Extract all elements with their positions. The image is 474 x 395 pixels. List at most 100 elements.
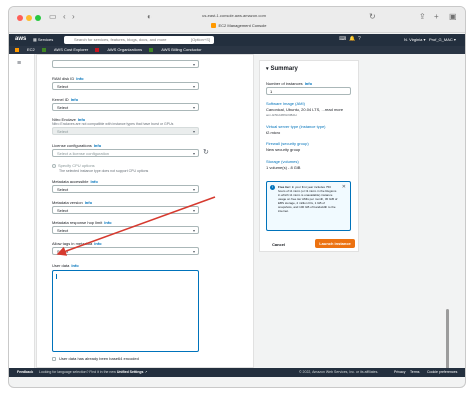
terms-link[interactable]: Terms <box>410 368 420 377</box>
nitro-enclave-select: Select ▾ <box>52 127 199 135</box>
info-link[interactable]: Info <box>76 76 83 81</box>
language-notice: Looking for language selection? Find it … <box>39 370 148 374</box>
chevron-down-icon: ▾ <box>192 129 195 134</box>
info-link[interactable]: Info <box>94 241 101 246</box>
sidebar-toggle-icon[interactable]: ▭ <box>49 12 57 22</box>
notifications-icon[interactable]: 🔔 <box>349 36 355 42</box>
specify-cpu-options-checkbox: Specify CPU options <box>52 163 95 168</box>
zoom-window-icon[interactable] <box>35 15 41 21</box>
back-icon[interactable]: ‹ <box>63 12 66 22</box>
chevron-down-icon: ▾ <box>192 84 195 89</box>
info-link[interactable]: Info <box>305 81 312 86</box>
page-scrollbar[interactable] <box>446 57 450 369</box>
user-data-textarea[interactable] <box>52 270 199 352</box>
nav-icons: ⌨ 🔔 ? <box>339 36 361 42</box>
region-selector[interactable]: N. Virginia ▾ <box>404 37 426 42</box>
info-link[interactable]: Info <box>71 263 78 268</box>
summary-heading[interactable]: ▾ Summary <box>266 66 298 72</box>
base64-encoded-checkbox[interactable]: User data has already been base64 encode… <box>52 356 139 361</box>
services-menu[interactable]: ▦ Services <box>33 37 53 42</box>
num-instances-input[interactable]: 1 <box>266 87 351 95</box>
ami-id: ami-0c5b2df6f0c9f8d1c <box>266 113 298 117</box>
info-link[interactable]: Info <box>94 143 101 148</box>
free-tier-alert: i Free tier: In your first year includes… <box>266 181 351 231</box>
favorite-ec2[interactable]: EC2 <box>15 47 35 52</box>
chevron-down-icon: ▾ <box>192 208 195 213</box>
reload-icon[interactable]: ↻ <box>369 12 376 22</box>
address-bar[interactable]: us-east-1.console.aws.amazon.com <box>159 11 309 20</box>
feedback-link[interactable]: Feedback <box>17 368 33 377</box>
unified-settings-link[interactable]: Unified Settings <box>117 370 144 374</box>
cloudshell-icon[interactable]: ⌨ <box>339 36 346 42</box>
help-icon[interactable]: ? <box>358 36 361 42</box>
search-input[interactable]: Search for services, features, blogs, do… <box>64 36 214 44</box>
forward-icon[interactable]: › <box>72 12 75 22</box>
close-icon[interactable]: ✕ <box>342 184 346 190</box>
external-link-icon: ↗ <box>144 370 148 374</box>
metadata-hop-limit-select[interactable]: Select ▾ <box>52 226 199 234</box>
active-tab[interactable]: EC2 Management Console <box>139 21 339 31</box>
privacy-link[interactable]: Privacy <box>394 368 405 377</box>
chevron-down-icon: ▾ <box>192 151 195 156</box>
allow-tags-label: Allow tags in metadata Info <box>52 241 102 246</box>
info-circle-icon: i <box>270 185 275 190</box>
new-tab-icon[interactable]: + <box>434 12 439 22</box>
license-configuration-select[interactable]: Select a license configuration ▾ <box>52 149 199 157</box>
firewall-link[interactable]: Firewall (security group) <box>266 141 309 146</box>
firewall-value: New security group <box>266 147 301 152</box>
ami-link[interactable]: Software Image (AMI) <box>266 101 305 106</box>
metadata-accessible-select[interactable]: Select ▾ <box>52 185 199 193</box>
scrollbar-thumb[interactable] <box>446 309 449 369</box>
kernel-id-select[interactable]: Select ▾ <box>52 103 199 111</box>
favorites-bar: EC2 AWS Cost Explorer AWS Organizations … <box>9 46 465 54</box>
metadata-version-label: Metadata version Info <box>52 200 93 205</box>
ram-disk-label: RAM disk ID Info <box>52 76 84 81</box>
cancel-button[interactable]: Cancel <box>272 242 285 247</box>
tab-overview-icon[interactable]: ▣ <box>449 12 457 22</box>
chevron-down-icon: ▾ <box>192 187 195 192</box>
instance-type-link[interactable]: Virtual server type (instance type) <box>266 124 326 129</box>
specify-cpu-help-text: The selected instance type does not supp… <box>59 169 149 173</box>
storage-link[interactable]: Storage (volumes) <box>266 159 299 164</box>
previous-select[interactable]: ▾ <box>52 60 199 68</box>
favorite-billing-conductor[interactable]: AWS Billing Conductor <box>149 47 202 52</box>
metadata-version-select[interactable]: Select ▾ <box>52 206 199 214</box>
free-tier-text: Free tier: In your first year includes 7… <box>278 185 338 213</box>
left-rail: ≡ <box>9 54 35 376</box>
summary-panel: ▾ Summary Number of instances Info 1 Softw… <box>259 60 359 252</box>
cookie-preferences-link[interactable]: Cookie preferences <box>427 368 457 377</box>
refresh-icon[interactable]: ↻ <box>203 148 209 156</box>
info-link[interactable]: Info <box>71 97 78 102</box>
info-link[interactable]: Info <box>104 220 111 225</box>
close-window-icon[interactable] <box>17 15 23 21</box>
chevron-down-icon: ▾ <box>192 249 195 254</box>
aws-favicon-icon <box>211 23 217 29</box>
minimize-window-icon[interactable] <box>26 15 32 21</box>
console-footer: Feedback Looking for language selection?… <box>9 368 465 377</box>
info-link[interactable]: Info <box>85 200 92 205</box>
launch-instance-button[interactable]: Launch instance <box>315 239 355 248</box>
metadata-hop-limit-label: Metadata response hop limit Info <box>52 220 112 225</box>
hamburger-menu-icon[interactable]: ≡ <box>17 60 21 67</box>
chevron-down-icon: ▾ <box>192 105 195 110</box>
aws-logo[interactable]: aws <box>15 36 26 42</box>
num-instances-label: Number of instances Info <box>266 81 313 86</box>
aws-top-nav: aws ▦ Services Search for services, feat… <box>9 34 465 46</box>
license-configurations-label: License configurations Info <box>52 143 102 148</box>
share-icon[interactable]: ⇪ <box>419 12 426 22</box>
advanced-details-form: ▾ RAM disk ID Info Select ▾ Kernel ID Info … <box>36 54 254 368</box>
instance-type-value: t2.micro <box>266 130 281 135</box>
account-menu[interactable]: Prof_G_MAC ▾ <box>429 37 456 42</box>
kernel-id-label: Kernel ID Info <box>52 97 79 102</box>
text-cursor <box>56 274 57 279</box>
ram-disk-select[interactable]: Select ▾ <box>52 82 199 90</box>
safari-toolbar: ▭ ‹ › ◐ us-east-1.console.aws.amazon.com… <box>9 7 465 33</box>
copyright-text: © 2022, Amazon Web Services, Inc. or its… <box>299 370 379 374</box>
favorite-cost-explorer[interactable]: AWS Cost Explorer <box>41 47 88 52</box>
allow-tags-select[interactable]: Select ▾ <box>52 247 199 255</box>
chevron-down-icon: ▾ <box>192 62 195 67</box>
favorite-organizations[interactable]: AWS Organizations <box>95 47 142 52</box>
user-data-label: User data Info <box>52 263 79 268</box>
chevron-down-icon: ▾ <box>192 228 195 233</box>
info-link[interactable]: Info <box>90 179 97 184</box>
